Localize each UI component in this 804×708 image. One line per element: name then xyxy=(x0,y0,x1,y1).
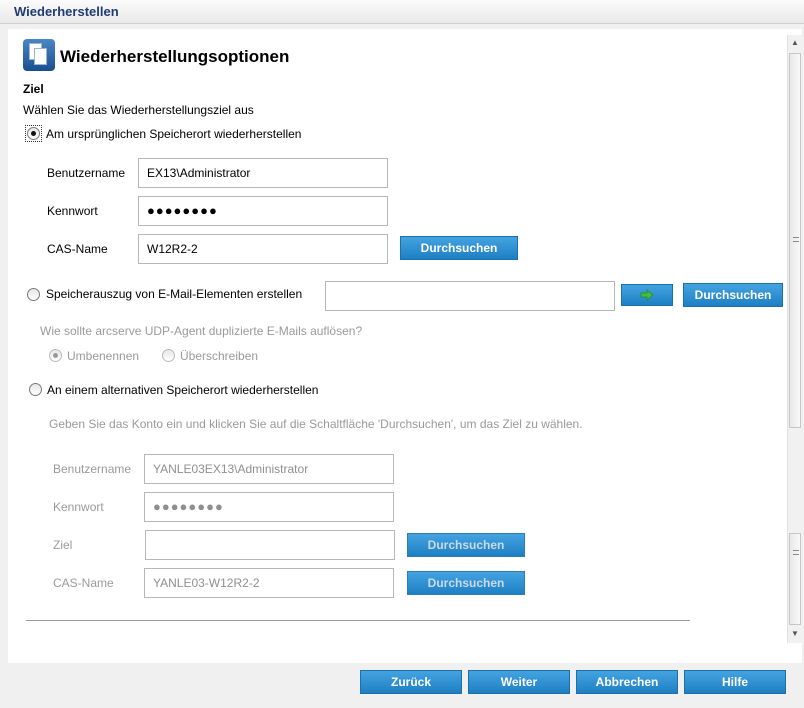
scrollbar-thumb-lower[interactable] xyxy=(789,533,801,625)
alt-password-label: Kennwort xyxy=(53,500,104,514)
browse-cas-button[interactable]: Durchsuchen xyxy=(400,236,518,260)
window-titlebar: Wiederherstellen xyxy=(0,0,804,24)
radio-dump-mail-label[interactable]: Speicherauszug von E-Mail-Elementen erst… xyxy=(46,287,302,301)
options-panel: Wiederherstellungsoptionen Ziel Wählen S… xyxy=(8,29,802,663)
radio-alternate-location[interactable] xyxy=(29,383,42,396)
alt-password-field[interactable]: ●●●●●●●● xyxy=(144,492,394,522)
grip-icon xyxy=(793,237,799,242)
cancel-button[interactable]: Abbrechen xyxy=(576,670,678,694)
next-button[interactable]: Weiter xyxy=(468,670,570,694)
alt-username-field[interactable]: YANLE03EX13\Administrator xyxy=(144,454,394,484)
scroll-up-icon[interactable]: ▲ xyxy=(791,38,799,47)
alt-username-label: Benutzername xyxy=(53,462,132,476)
target-field[interactable] xyxy=(145,530,395,560)
radio-dump-mail[interactable] xyxy=(27,288,40,301)
scroll-down-icon[interactable]: ▼ xyxy=(791,629,799,638)
alternate-hint: Geben Sie das Konto ein und klicken Sie … xyxy=(49,417,583,431)
duplicate-question: Wie sollte arcserve UDP-Agent dupliziert… xyxy=(40,324,363,338)
help-button[interactable]: Hilfe xyxy=(684,670,786,694)
vertical-scrollbar[interactable]: ▲ ▼ xyxy=(787,35,802,643)
go-button[interactable] xyxy=(621,284,673,306)
username-field[interactable]: EX13\Administrator xyxy=(138,158,388,188)
back-button[interactable]: Zurück xyxy=(360,670,462,694)
divider xyxy=(26,620,690,621)
window-title: Wiederherstellen xyxy=(14,4,119,19)
cas-name-label: CAS-Name xyxy=(47,242,108,256)
page-title: Wiederherstellungsoptionen xyxy=(60,47,290,66)
section-subtitle: Wählen Sie das Wiederherstellungsziel au… xyxy=(23,103,254,117)
green-arrow-icon xyxy=(640,289,654,301)
alt-cas-name-label: CAS-Name xyxy=(53,576,114,590)
password-field[interactable]: ●●●●●●●● xyxy=(138,196,388,226)
dump-path-field[interactable] xyxy=(325,281,615,311)
browse-target-button[interactable]: Durchsuchen xyxy=(407,533,525,557)
grip-lower-icon xyxy=(793,550,799,555)
radio-rename-label[interactable]: Umbenennen xyxy=(67,349,139,363)
username-label: Benutzername xyxy=(47,166,126,180)
browse-dump-button[interactable]: Durchsuchen xyxy=(683,283,783,307)
document-restore-icon xyxy=(23,39,55,71)
radio-original-location-label[interactable]: Am ursprünglichen Speicherort wiederhers… xyxy=(46,127,301,141)
radio-rename[interactable] xyxy=(49,349,62,362)
alt-cas-name-field[interactable]: YANLE03-W12R2-2 xyxy=(144,568,394,598)
radio-alternate-location-label[interactable]: An einem alternativen Speicherort wieder… xyxy=(47,383,318,397)
browse-alt-cas-button[interactable]: Durchsuchen xyxy=(407,571,525,595)
radio-overwrite-label[interactable]: Überschreiben xyxy=(180,349,258,363)
target-label: Ziel xyxy=(53,538,73,552)
section-title: Ziel xyxy=(23,82,44,96)
radio-overwrite[interactable] xyxy=(162,349,175,362)
radio-original-location[interactable] xyxy=(27,127,40,140)
cas-name-field[interactable]: W12R2-2 xyxy=(138,234,388,264)
scrollbar-thumb[interactable] xyxy=(789,53,801,428)
password-label: Kennwort xyxy=(47,204,98,218)
